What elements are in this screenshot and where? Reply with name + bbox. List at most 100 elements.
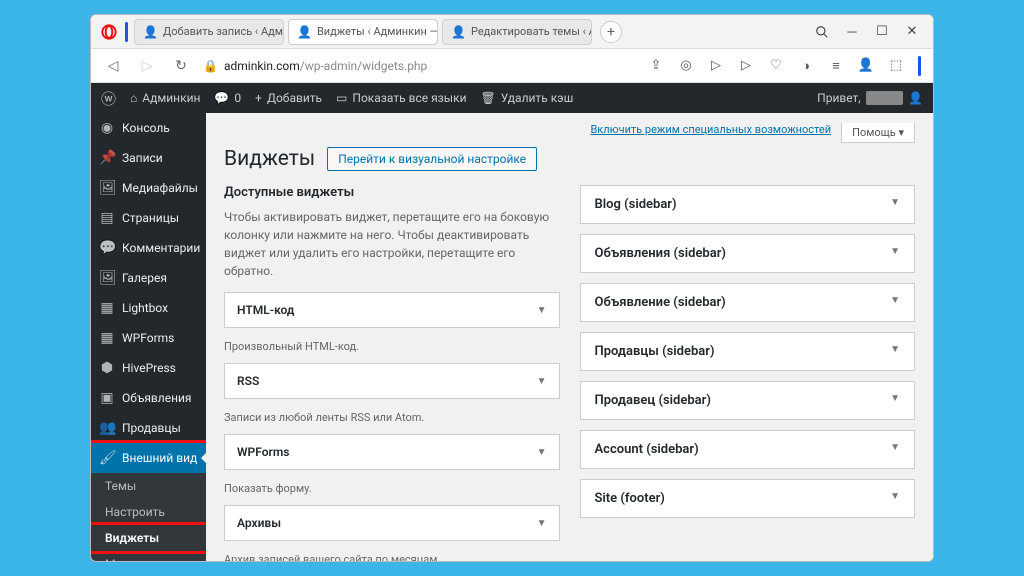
url-field[interactable]: 🔒 adminkin.com/wp-admin/widgets.php bbox=[203, 59, 636, 73]
menu-Медиафайлы[interactable]: 🖼 Медиафайлы bbox=[91, 173, 206, 203]
chevron-down-icon: ▼ bbox=[890, 393, 900, 408]
menu-WPForms[interactable]: ▦ WPForms bbox=[91, 323, 206, 353]
user-greeting[interactable]: Привет, — 👤 bbox=[817, 91, 923, 105]
submenu-Меню[interactable]: Меню bbox=[91, 551, 206, 561]
area-Site (footer)[interactable]: Site (footer)▼ bbox=[580, 479, 916, 518]
tab-2[interactable]: 👤Редактировать темы ‹ А bbox=[442, 19, 592, 45]
menu-label: Галерея bbox=[122, 271, 167, 285]
a11y-link[interactable]: Включить режим специальных возможностей bbox=[590, 123, 831, 143]
menu-label: WPForms bbox=[122, 331, 174, 345]
menu-label: Внешний вид bbox=[122, 451, 197, 465]
opera-icon[interactable] bbox=[99, 22, 119, 42]
menu-label: Объявления bbox=[122, 391, 192, 405]
wp-logo[interactable]: ⓦ bbox=[101, 88, 116, 109]
menu-HivePress[interactable]: ⬢HivePress bbox=[91, 353, 206, 383]
chevron-down-icon: ▼ bbox=[890, 344, 900, 359]
menu-Страницы[interactable]: ▤ Страницы bbox=[91, 203, 206, 233]
menu-icon: 🖌 bbox=[99, 450, 115, 466]
menu-icon: ◉ bbox=[99, 120, 115, 136]
bookmark-icon[interactable]: ▷ bbox=[706, 56, 726, 76]
camera-icon[interactable]: ◎ bbox=[676, 56, 696, 76]
ext-icon[interactable]: ⬚ bbox=[886, 56, 906, 76]
menu-Lightbox[interactable]: ▦Lightbox bbox=[91, 293, 206, 323]
sidebar-areas-col: Blog (sidebar)▼Объявления (sidebar)▼Объя… bbox=[580, 185, 916, 561]
search-icon[interactable] bbox=[809, 19, 835, 45]
address-bar: ◁ ▷ ↻ 🔒 adminkin.com/wp-admin/widgets.ph… bbox=[91, 49, 933, 83]
profile-icon[interactable]: 👤 bbox=[856, 56, 876, 76]
menu-label: Медиафайлы bbox=[122, 181, 198, 195]
add-new[interactable]: + Добавить bbox=[255, 91, 322, 105]
sidebar-toggle[interactable] bbox=[125, 22, 128, 42]
show-langs[interactable]: ▭ Показать все языки bbox=[336, 91, 466, 105]
clear-cache[interactable]: 🗑 Удалить кэш bbox=[481, 91, 574, 105]
menu-label: Страницы bbox=[122, 211, 179, 225]
chevron-down-icon: ▼ bbox=[537, 376, 547, 387]
widget-title: WPForms bbox=[237, 445, 289, 459]
menu-icon: 🖼 bbox=[99, 180, 115, 196]
area-title: Продавец (sidebar) bbox=[595, 393, 711, 408]
available-heading: Доступные виджеты bbox=[224, 185, 560, 200]
widget-HTML-код[interactable]: HTML-код ▼ bbox=[224, 292, 560, 328]
wp-content: ⓦ ⌂ Админкин 💬 0 + Добавить ▭ Показать в… bbox=[91, 83, 933, 561]
menu-icon: ▣ bbox=[99, 390, 115, 406]
menu-icon[interactable]: ≡ bbox=[826, 56, 846, 76]
area-title: Продавцы (sidebar) bbox=[595, 344, 715, 359]
site-name[interactable]: ⌂ Админкин bbox=[130, 91, 200, 105]
minimize-button[interactable]: ─ bbox=[839, 19, 865, 45]
chevron-down-icon: ▼ bbox=[537, 518, 547, 529]
back-button[interactable]: ◁ bbox=[101, 54, 125, 78]
area-title: Объявления (sidebar) bbox=[595, 246, 726, 261]
toggle-icon[interactable]: ◑ bbox=[796, 56, 816, 76]
menu-Консоль[interactable]: ◉ Консоль bbox=[91, 113, 206, 143]
menu-label: Продавцы bbox=[122, 421, 181, 435]
submenu-Виджеты[interactable]: Виджеты bbox=[91, 525, 206, 551]
url-path: /wp-admin/widgets.php bbox=[300, 59, 428, 73]
area-Объявление (sidebar)[interactable]: Объявление (sidebar)▼ bbox=[580, 283, 916, 322]
area-Account (sidebar)[interactable]: Account (sidebar)▼ bbox=[580, 430, 916, 469]
menu-icon: ▦ bbox=[99, 330, 115, 346]
widget-desc: Произвольный HTML-код. bbox=[224, 336, 560, 363]
close-button[interactable]: ✕ bbox=[899, 19, 925, 45]
menu-Комментарии[interactable]: 💬Комментарии bbox=[91, 233, 206, 263]
area-Blog (sidebar)[interactable]: Blog (sidebar)▼ bbox=[580, 185, 916, 224]
visual-editor-button[interactable]: Перейти к визуальной настройке bbox=[327, 147, 537, 171]
tab-1[interactable]: 👤Виджеты ‹ Админкин — bbox=[288, 19, 438, 45]
area-Объявления (sidebar)[interactable]: Объявления (sidebar) ▼ bbox=[580, 234, 916, 273]
maximize-button[interactable]: ☐ bbox=[869, 19, 895, 45]
new-tab-button[interactable]: + bbox=[600, 21, 622, 43]
url-domain: adminkin.com bbox=[224, 59, 300, 73]
menu-Записи[interactable]: 📌Записи bbox=[91, 143, 206, 173]
menu-Продавцы[interactable]: 👥Продавцы bbox=[91, 413, 206, 443]
menu-label: Консоль bbox=[122, 121, 170, 135]
widget-Архивы[interactable]: Архивы▼ bbox=[224, 505, 560, 541]
comments-count[interactable]: 💬 0 bbox=[214, 91, 241, 105]
menu-label: HivePress bbox=[122, 361, 176, 375]
menu-Внешний вид[interactable]: 🖌 Внешний вид bbox=[91, 443, 206, 473]
submenu-Темы[interactable]: Темы bbox=[91, 473, 206, 499]
menu-icon: ▤ bbox=[99, 210, 115, 226]
area-Продавец (sidebar)[interactable]: Продавец (sidebar) ▼ bbox=[580, 381, 916, 420]
area-Продавцы (sidebar)[interactable]: Продавцы (sidebar) ▼ bbox=[580, 332, 916, 371]
widget-title: HTML-код bbox=[237, 303, 294, 317]
browser-window: 👤Добавить запись ‹ Адми 👤Виджеты ‹ Админ… bbox=[90, 14, 934, 562]
admin-sidebar: ◉ Консоль 📌Записи 🖼 Медиафайлы ▤ Страницы 💬Комм… bbox=[91, 113, 206, 561]
menu-icon: 📌 bbox=[99, 150, 115, 166]
person-icon: 👤 bbox=[451, 25, 466, 39]
play-icon[interactable]: ▷ bbox=[736, 56, 756, 76]
share-icon[interactable]: ⇪ bbox=[646, 56, 666, 76]
forward-button[interactable]: ▷ bbox=[135, 54, 159, 78]
heart-icon[interactable]: ♡ bbox=[766, 56, 786, 76]
right-toggle[interactable] bbox=[918, 56, 921, 76]
chevron-down-icon: ▼ bbox=[890, 246, 900, 261]
widget-WPForms[interactable]: WPForms▼ bbox=[224, 434, 560, 470]
menu-Галерея[interactable]: 🖼Галерея bbox=[91, 263, 206, 293]
person-icon: 👤 bbox=[143, 25, 158, 39]
area-title: Account (sidebar) bbox=[595, 442, 699, 457]
widget-RSS[interactable]: RSS▼ bbox=[224, 363, 560, 399]
person-icon: 👤 bbox=[297, 25, 312, 39]
reload-button[interactable]: ↻ bbox=[169, 54, 193, 78]
tab-0[interactable]: 👤Добавить запись ‹ Адми bbox=[134, 19, 284, 45]
chevron-down-icon: ▼ bbox=[537, 305, 547, 316]
help-tab[interactable]: Помощь ▾ bbox=[841, 123, 915, 143]
menu-Объявления[interactable]: ▣ Объявления bbox=[91, 383, 206, 413]
